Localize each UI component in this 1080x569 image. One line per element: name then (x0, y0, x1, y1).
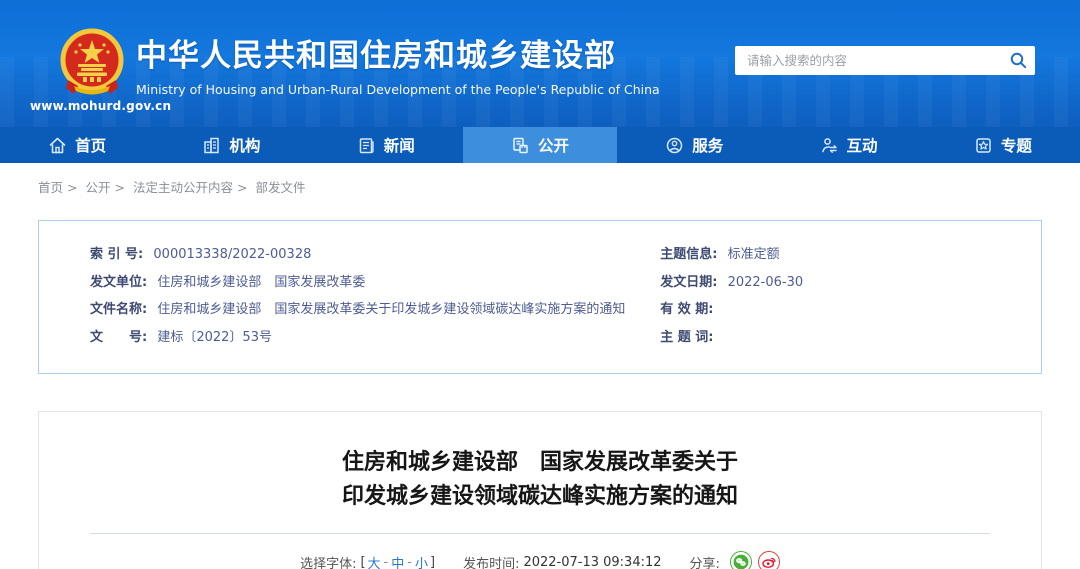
info-label: 有 效 期: (660, 302, 714, 317)
info-row-validity-period: 有 效 期: (660, 296, 1041, 324)
nav-label: 机构 (229, 137, 261, 155)
breadcrumb: 首页 > 公开 > 法定主动公开内容 > 部发文件 (0, 163, 1080, 196)
news-icon (359, 137, 374, 153)
nav-item-services[interactable]: 服务 (617, 127, 771, 163)
breadcrumb-home[interactable]: 首页 (38, 180, 63, 195)
info-label: 发文单位: (90, 274, 148, 290)
organization-icon (204, 137, 220, 153)
info-row-keywords: 主 题 词: (660, 324, 1041, 352)
nav-label: 新闻 (383, 137, 415, 155)
site-subtitle: Ministry of Housing and Urban-Rural Deve… (136, 82, 660, 97)
info-row-document-name: 文件名称: 住房和城乡建设部 国家发展改革委关于印发城乡建设领域碳达峰实施方案的… (90, 296, 660, 324)
bracket-open: [ (360, 554, 366, 569)
info-value: 住房和城乡建设部 国家发展改革委 (157, 274, 366, 290)
search-button[interactable] (1001, 46, 1035, 75)
nav-label: 互动 (846, 137, 878, 155)
info-label: 发文日期: (660, 274, 718, 290)
nav-item-disclosure[interactable]: 公开 (462, 127, 618, 163)
document-info-box: 索 引 号: 000013338/2022-00328 发文单位: 住房和城乡建… (38, 220, 1042, 374)
info-row-index-number: 索 引 号: 000013338/2022-00328 (90, 241, 660, 269)
info-value: 建标〔2022〕53号 (157, 329, 272, 345)
search-icon (1010, 52, 1026, 69)
info-value: 000013338/2022-00328 (153, 247, 312, 262)
article-title: 住房和城乡建设部 国家发展改革委关于 印发城乡建设领域碳达峰实施方案的通知 (39, 446, 1041, 514)
search-input[interactable] (735, 46, 1001, 75)
site-title: 中华人民共和国住房和城乡建设部 (136, 38, 616, 74)
font-size-medium[interactable]: 中 (391, 553, 404, 569)
topics-icon (976, 137, 991, 153)
nav-item-organization[interactable]: 机构 (154, 127, 308, 163)
info-label: 主 题 词: (660, 329, 714, 345)
interaction-icon (821, 137, 837, 153)
breadcrumb-separator: > (114, 180, 125, 195)
info-value: 2022-06-30 (727, 274, 804, 290)
font-size-large[interactable]: 大 (368, 553, 381, 569)
share-group: 分享: (690, 551, 780, 569)
article-box: 住房和城乡建设部 国家发展改革委关于 印发城乡建设领域碳达峰实施方案的通知 选择… (38, 411, 1042, 569)
info-value: 标准定额 (727, 247, 780, 262)
site-url: www.mohurd.gov.cn (30, 99, 172, 113)
nav-label: 服务 (692, 137, 724, 155)
font-size-chooser: 选择字体: [ 大 - 中 - 小 ] (300, 553, 435, 569)
article-title-line1: 住房和城乡建设部 国家发展改革委关于 (341, 450, 738, 475)
disclosure-icon (513, 137, 528, 153)
site-header: www.mohurd.gov.cn 中华人民共和国住房和城乡建设部 Minist… (0, 0, 1080, 127)
nav-item-interaction[interactable]: 互动 (771, 127, 925, 163)
article-title-line2: 印发城乡建设领域碳达峰实施方案的通知 (341, 484, 738, 509)
info-row-issuing-unit: 发文单位: 住房和城乡建设部 国家发展改革委 (90, 269, 660, 297)
share-label: 分享: (689, 556, 720, 569)
title-divider (90, 533, 990, 534)
search-box[interactable] (735, 46, 1035, 75)
breadcrumb-statutory-content[interactable]: 法定主动公开内容 (133, 180, 233, 195)
publish-time: 发布时间: 2022-07-13 09:34:12 (463, 553, 661, 569)
info-label: 文件名称: (90, 302, 148, 317)
nav-item-topics[interactable]: 专题 (926, 127, 1080, 163)
info-row-document-number: 文 号: 建标〔2022〕53号 (90, 324, 660, 352)
wechat-share-button[interactable] (729, 551, 752, 569)
weibo-icon (762, 557, 776, 568)
breadcrumb-separator: > (67, 180, 78, 195)
info-value: 住房和城乡建设部 国家发展改革委关于印发城乡建设领域碳达峰实施方案的通知 (157, 302, 626, 317)
dash-separator: - (383, 554, 389, 569)
national-emblem (60, 28, 124, 95)
info-label: 索 引 号: (90, 247, 144, 262)
font-chooser-label: 选择字体: (300, 556, 357, 569)
info-row-issue-date: 发文日期: 2022-06-30 (660, 269, 1041, 297)
nav-item-home[interactable]: 首页 (0, 127, 154, 163)
nav-label: 公开 (537, 137, 569, 155)
service-icon (667, 137, 683, 153)
font-size-small[interactable]: 小 (415, 553, 428, 569)
nav-label: 首页 (75, 137, 107, 155)
info-row-subject-info: 主题信息: 标准定额 (660, 241, 1041, 269)
breadcrumb-disclosure[interactable]: 公开 (85, 180, 110, 195)
bracket-close: ] (429, 554, 436, 569)
publish-time-label: 发布时间: (463, 556, 520, 569)
info-label: 主题信息: (660, 247, 718, 262)
nav-item-news[interactable]: 新闻 (309, 127, 463, 163)
nav-label: 专题 (1000, 137, 1032, 155)
breadcrumb-separator: > (236, 180, 248, 195)
wechat-icon (733, 554, 749, 569)
info-label: 文 号: (90, 329, 148, 345)
dash-separator: - (407, 554, 412, 569)
home-icon (49, 137, 66, 153)
breadcrumb-ministry-documents: 部发文件 (255, 180, 306, 195)
publish-time-value: 2022-07-13 09:34:12 (523, 554, 662, 569)
weibo-share-button[interactable] (757, 551, 780, 569)
main-nav: 首页 机构 新闻 公开 服务 互动 专题 (0, 127, 1080, 163)
article-meta-row: 选择字体: [ 大 - 中 - 小 ] 发布时间: 2022-07-13 09:… (39, 551, 1041, 569)
